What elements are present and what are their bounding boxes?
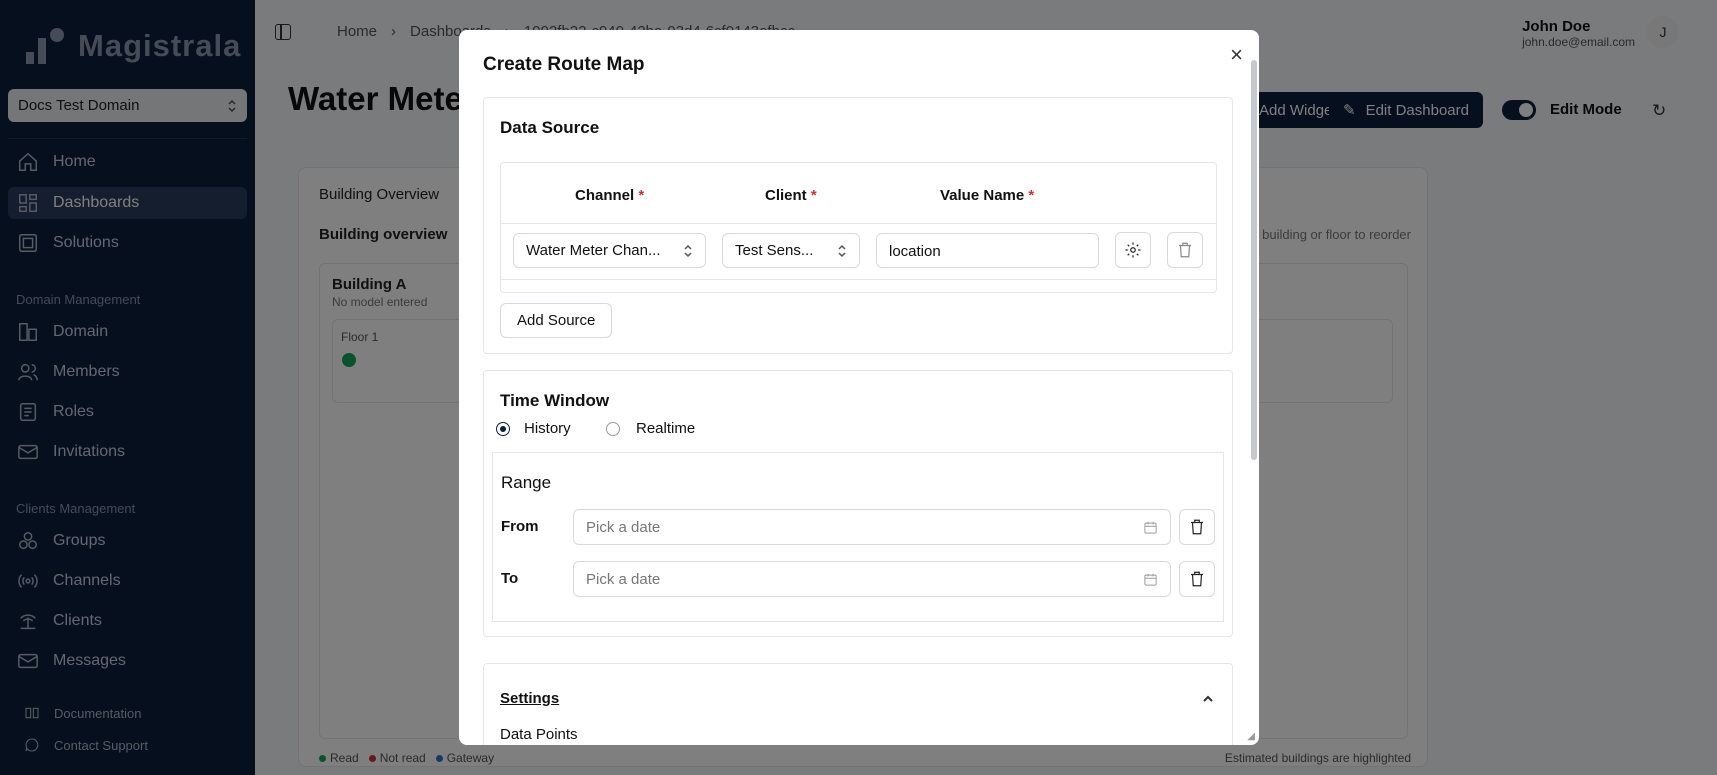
realtime-radio-label[interactable]: Realtime [636,420,695,437]
dialog-scrollbar[interactable] [1251,60,1257,460]
time-window-title: Time Window [500,391,610,410]
client-select[interactable]: Test Sens... [722,233,860,268]
realtime-radio[interactable] [606,422,620,436]
column-header-channel: Channel * [575,187,645,204]
add-source-button[interactable]: Add Source [500,303,613,338]
to-label: To [501,570,519,587]
calendar-icon [1144,573,1157,586]
range-title: Range [501,473,552,492]
create-route-map-dialog: Create Route Map × Data Source Channel *… [459,30,1259,745]
clear-to-button[interactable] [1179,561,1215,597]
table-divider [501,279,1216,280]
source-settings-button[interactable] [1115,232,1151,268]
data-source-card: Data Source Channel * Client * Value Nam… [483,97,1233,354]
from-date-picker[interactable]: Pick a date [573,509,1171,545]
chevron-up-down-icon [838,244,846,257]
calendar-icon [1144,521,1157,534]
gear-icon [1125,242,1141,258]
table-divider [501,223,1216,224]
clear-from-button[interactable] [1179,509,1215,545]
from-label: From [501,518,539,535]
close-icon[interactable]: × [1230,44,1243,66]
settings-toggle[interactable]: Settings [500,690,559,707]
data-points-label: Data Points [500,726,578,743]
channel-select[interactable]: Water Meter Chan... [513,233,706,268]
trash-icon [1191,571,1203,587]
trash-icon [1179,242,1191,258]
dialog-title: Create Route Map [483,54,645,75]
from-date-placeholder: Pick a date [586,519,661,536]
trash-icon [1191,519,1203,535]
to-date-picker[interactable]: Pick a date [573,561,1171,597]
data-source-table: Channel * Client * Value Name * Water Me… [500,162,1217,293]
time-window-card: Time Window History Realtime Range From … [483,370,1233,637]
client-select-value: Test Sens... [735,242,814,259]
settings-card: Settings Data Points [483,663,1233,745]
resize-handle-icon[interactable]: ◢ [1247,731,1255,742]
chevron-up-down-icon [684,244,692,257]
range-box: Range From Pick a date To Pick a date [492,452,1224,622]
data-source-title: Data Source [500,118,600,137]
history-radio-label[interactable]: History [524,420,571,437]
column-header-client: Client * [765,187,817,204]
value-name-input[interactable]: location [876,233,1099,268]
channel-select-value: Water Meter Chan... [526,242,661,259]
chevron-up-icon[interactable] [1202,692,1214,704]
column-header-value-name: Value Name * [940,187,1035,204]
to-date-placeholder: Pick a date [586,571,661,588]
delete-source-button[interactable] [1167,232,1203,268]
history-radio[interactable] [496,422,510,436]
